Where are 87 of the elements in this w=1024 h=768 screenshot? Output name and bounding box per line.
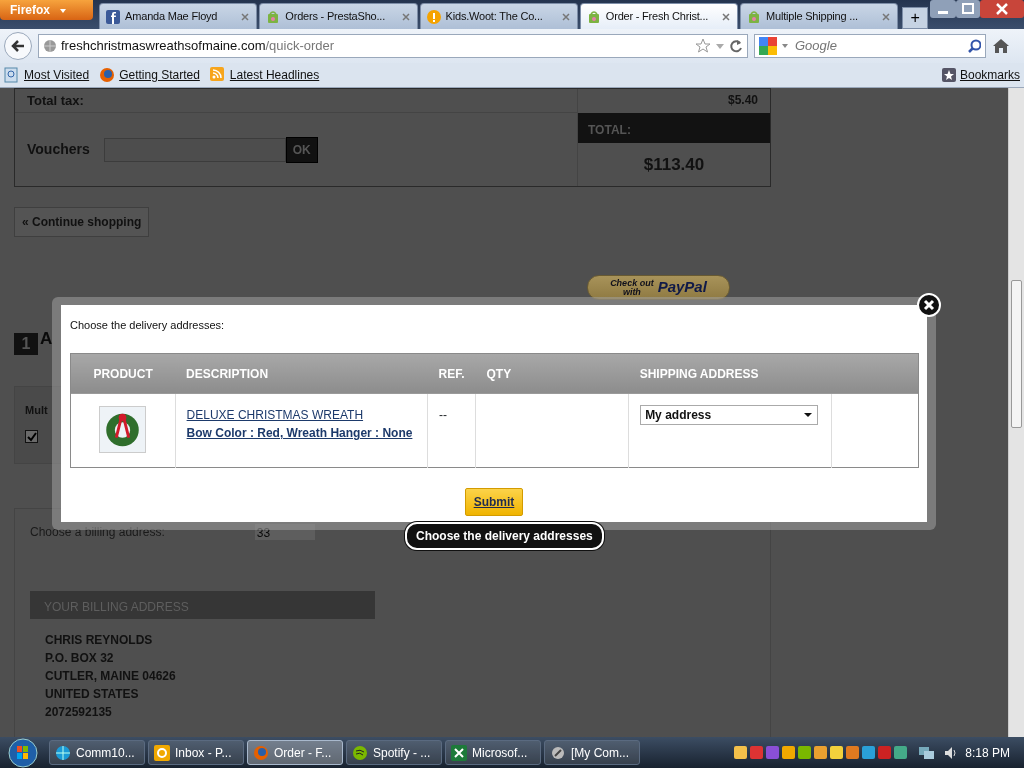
shopping-bag-icon: [747, 9, 762, 24]
firefox-icon: [99, 67, 116, 83]
browser-tab[interactable]: Order - Fresh Christ...: [579, 3, 739, 29]
firefox-icon: [253, 744, 269, 761]
address-line: UNITED STATES: [45, 686, 140, 703]
column-header: REF.: [427, 353, 476, 394]
address-field[interactable]: freshchristmaswreathsofmaine.com/quick-order: [38, 34, 748, 58]
star-icon[interactable]: [695, 38, 711, 54]
star-icon: [941, 68, 956, 82]
search-icon[interactable]: [967, 39, 981, 53]
music-app-icon: [352, 744, 368, 761]
close-button[interactable]: [917, 292, 941, 316]
spreadsheet-icon: [451, 744, 467, 761]
bookmark-link[interactable]: Getting Started: [99, 66, 200, 84]
exclamation-icon: [426, 9, 441, 24]
facebook-icon: [106, 9, 121, 24]
taskbar-button[interactable]: Comm10...: [49, 740, 145, 765]
check-icon: [26, 431, 37, 442]
shopping-bag-icon: [266, 9, 281, 24]
bookmark-link[interactable]: Latest Headlines: [209, 66, 320, 84]
address-line: CHRIS REYNOLDS: [45, 632, 154, 649]
minimize-icon[interactable]: [930, 0, 956, 18]
column-header: DESCRIPTION: [175, 353, 428, 394]
browser-tab[interactable]: Kids.Woot: The Co...: [419, 3, 578, 29]
url-text: freshchristmaswreathsofmaine.com/quick-order: [61, 37, 335, 56]
home-icon[interactable]: [992, 37, 1010, 55]
step-title: A: [40, 328, 53, 351]
close-icon[interactable]: [240, 11, 251, 22]
address-line: CUTLER, MAINE 04626: [45, 668, 177, 685]
total-tax-label: Total tax:: [27, 92, 84, 110]
column-header: SHIPPING ADDRESS: [628, 353, 832, 394]
close-icon[interactable]: [980, 0, 1024, 18]
column-header: PRODUCT: [70, 353, 176, 394]
tooltip: Choose the delivery addresses: [405, 522, 604, 550]
checkbox[interactable]: [25, 430, 38, 443]
tax-value: $5.40: [727, 93, 758, 107]
address-line: 2072592135: [45, 704, 113, 721]
bookmarks-menu[interactable]: Bookmarks: [941, 66, 1020, 84]
close-icon[interactable]: [881, 11, 892, 22]
column-header: QTY: [475, 353, 629, 394]
step-number: 1: [14, 333, 38, 355]
close-icon[interactable]: [560, 11, 571, 22]
clock: 8:18 PM: [965, 744, 1010, 762]
caret-icon: [803, 412, 814, 418]
submit-button[interactable]: Submit: [464, 487, 524, 516]
back-arrow-icon: [10, 38, 26, 54]
dropdown-icon[interactable]: [781, 42, 789, 50]
new-tab-button[interactable]: +: [902, 7, 928, 29]
close-icon[interactable]: [400, 11, 411, 22]
total-header: TOTAL:: [578, 113, 770, 143]
browser-tab[interactable]: Orders - PrestaSho...: [259, 3, 418, 29]
page-icon: [4, 67, 20, 83]
wreath-photo: [99, 406, 147, 453]
taskbar-button[interactable]: Order - F...: [247, 740, 343, 765]
reload-icon[interactable]: [729, 39, 743, 53]
attributes-link[interactable]: Bow Color : Red, Wreath Hanger : None: [186, 424, 416, 442]
back-button[interactable]: [4, 32, 32, 60]
caret-icon: [58, 6, 68, 15]
product-link[interactable]: DELUXE CHRISTMAS WREATH: [186, 406, 416, 424]
globe-icon: [43, 39, 57, 53]
close-icon[interactable]: [721, 11, 732, 22]
google-icon[interactable]: [759, 37, 777, 55]
app-icon: [550, 744, 566, 761]
dropdown-icon[interactable]: [715, 41, 725, 51]
address-select[interactable]: My address: [640, 405, 819, 425]
multi-label: Mult: [25, 403, 48, 418]
voucher-field[interactable]: [103, 137, 286, 162]
globe-icon: [55, 744, 71, 761]
total-value: $113.40: [643, 153, 705, 176]
feed-icon: [209, 67, 226, 83]
taskbar-button[interactable]: Inbox - P...: [148, 740, 244, 765]
network-icon[interactable]: [918, 744, 937, 761]
address-line: P.O. BOX 32: [45, 650, 115, 667]
taskbar-button[interactable]: [My Com...: [544, 740, 640, 765]
bookmark-link[interactable]: Most Visited: [4, 66, 90, 84]
shopping-bag-icon: [586, 9, 601, 24]
browser-tab[interactable]: Amanda Mae Floyd: [99, 3, 258, 29]
maximize-icon[interactable]: [956, 0, 980, 18]
dialog-prompt: Choose the delivery addresses:: [70, 318, 226, 333]
vouchers-label: Vouchers: [27, 140, 90, 159]
taskbar-button[interactable]: Spotify - ...: [346, 740, 442, 765]
taskbar-button[interactable]: Microsof...: [445, 740, 541, 765]
ref-cell: --: [427, 394, 476, 467]
browser-tab[interactable]: Multiple Shipping ...: [740, 3, 899, 29]
windows-logo-icon: [8, 737, 38, 768]
mail-app-icon: [154, 744, 170, 761]
search-field[interactable]: Google: [754, 34, 986, 58]
